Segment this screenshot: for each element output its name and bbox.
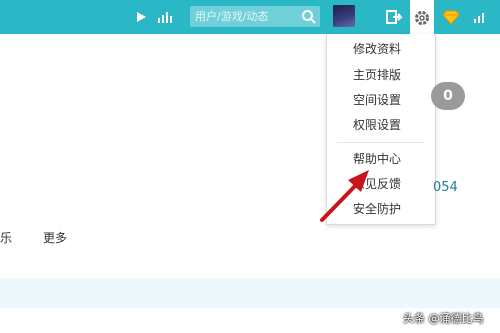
logout-icon[interactable] — [385, 8, 403, 26]
top-navigation-bar — [0, 0, 500, 34]
menu-item-security[interactable]: 安全防护 — [353, 201, 401, 217]
settings-button[interactable] — [410, 0, 434, 34]
menu-item-help-center[interactable]: 帮助中心 — [353, 151, 401, 167]
search-input[interactable] — [195, 7, 295, 26]
menu-item-space-settings[interactable]: 空间设置 — [353, 92, 401, 108]
search-icon[interactable] — [301, 9, 316, 24]
menu-item-homepage-layout[interactable]: 主页排版 — [353, 67, 401, 83]
watermark: 头条 @涌德比鸟 — [403, 312, 484, 325]
play-icon[interactable] — [133, 9, 149, 25]
settings-dropdown-menu: 修改资料 主页排版 空间设置 权限设置 帮助中心 意见反馈 安全防护 — [326, 34, 436, 225]
menu-item-feedback[interactable]: 意见反馈 — [353, 176, 401, 192]
side-number: 054 — [433, 180, 458, 195]
count-badge[interactable]: 0 — [431, 82, 465, 110]
search-box — [190, 6, 320, 27]
nav-item-more[interactable]: 更多 — [43, 229, 67, 246]
content-strip — [0, 278, 500, 308]
nav-item-music[interactable]: 乐 — [0, 229, 12, 246]
menu-divider — [337, 142, 425, 143]
gem-icon[interactable] — [442, 8, 460, 26]
bars-icon[interactable] — [156, 9, 174, 25]
avatar[interactable] — [333, 5, 355, 27]
menu-item-edit-profile[interactable]: 修改资料 — [353, 41, 401, 57]
gear-icon — [415, 11, 429, 25]
signal-icon[interactable] — [472, 9, 488, 25]
menu-item-permission-settings[interactable]: 权限设置 — [353, 117, 401, 133]
